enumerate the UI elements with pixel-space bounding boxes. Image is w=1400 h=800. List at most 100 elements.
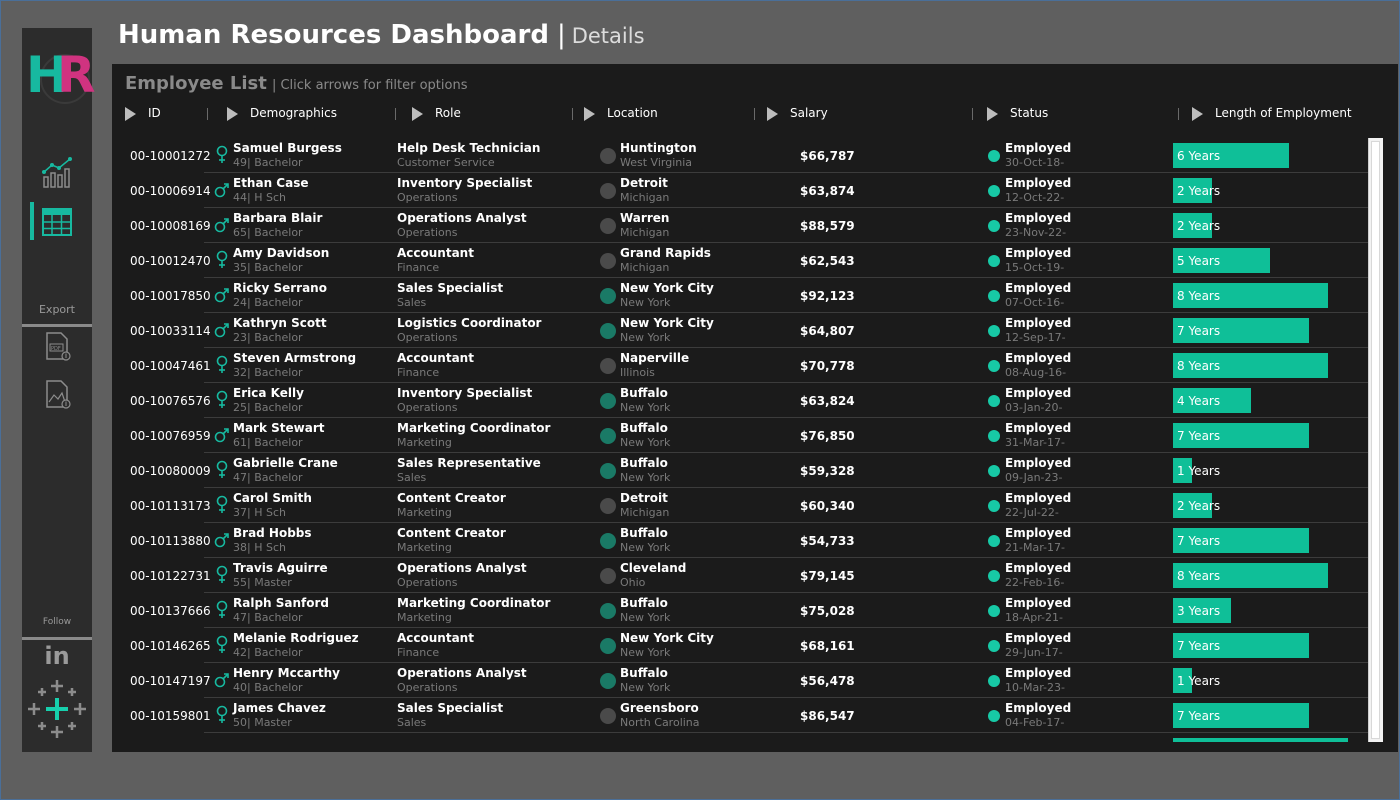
table-row[interactable]: 00-10146265 Melanie Rodriguez 42| Bachelor… bbox=[112, 628, 1368, 663]
column-header-location[interactable]: Location bbox=[584, 106, 658, 121]
scrollbar-thumb[interactable] bbox=[1371, 141, 1380, 739]
female-icon bbox=[216, 705, 228, 723]
table-row[interactable]: 00-10171954 bbox=[112, 733, 1368, 742]
employee-department: Operations bbox=[397, 191, 458, 204]
employee-role: Operations Analyst bbox=[397, 666, 527, 680]
status-dot bbox=[988, 150, 1000, 162]
employee-city: New York City bbox=[620, 281, 714, 295]
employee-id: 00-10017850 bbox=[130, 289, 211, 303]
table-row[interactable]: 00-10122731 Travis Aguirre 55| Master Opera… bbox=[112, 558, 1368, 593]
employee-salary: $63,874 bbox=[800, 184, 855, 198]
column-header-length-of-employment[interactable]: Length of Employment bbox=[1192, 106, 1352, 121]
employee-demographics: 61| Bachelor bbox=[233, 436, 303, 449]
employee-id: 00-10012470 bbox=[130, 254, 211, 268]
employee-demographics: 49| Bachelor bbox=[233, 156, 303, 169]
location-dot bbox=[600, 638, 616, 654]
location-dot bbox=[600, 323, 616, 339]
table-icon[interactable] bbox=[42, 208, 72, 236]
employee-id: 00-10047461 bbox=[130, 359, 211, 373]
employee-hire-date: 12-Oct-22- bbox=[1005, 191, 1065, 204]
filter-arrow-icon[interactable] bbox=[584, 106, 595, 121]
employee-id: 00-10122731 bbox=[130, 569, 211, 583]
chart-icon[interactable] bbox=[40, 156, 74, 190]
active-indicator bbox=[30, 202, 34, 240]
column-header-status[interactable]: Status bbox=[987, 106, 1048, 121]
employee-id: 00-10001272 bbox=[130, 149, 211, 163]
employee-role: Sales Specialist bbox=[397, 281, 504, 295]
filter-arrow-icon[interactable] bbox=[767, 106, 778, 121]
table-row[interactable]: 00-10012470 Amy Davidson 35| Bachelor Accou… bbox=[112, 243, 1368, 278]
filter-arrow-icon[interactable] bbox=[987, 106, 998, 121]
sidebar: H R Export PDF Follow in bbox=[22, 28, 96, 752]
table-row[interactable]: 00-10047461 Steven Armstrong 32| Bachelor A… bbox=[112, 348, 1368, 383]
status-dot bbox=[988, 500, 1000, 512]
employee-department: Marketing bbox=[397, 506, 452, 519]
male-icon bbox=[214, 218, 229, 233]
table-row[interactable]: 00-10113173 Carol Smith 37| H Sch Content C… bbox=[112, 488, 1368, 523]
female-icon bbox=[216, 145, 228, 163]
location-dot bbox=[600, 463, 616, 479]
employee-demographics: 47| Bachelor bbox=[233, 611, 303, 624]
employee-state: New York bbox=[620, 471, 671, 484]
employee-demographics: 47| Bachelor bbox=[233, 471, 303, 484]
table-row[interactable]: 00-10006914 Ethan Case 44| H Sch Inventory … bbox=[112, 173, 1368, 208]
table-row[interactable]: 00-10159801 James Chavez 50| Master Sales S… bbox=[112, 698, 1368, 733]
employee-hire-date: 18-Apr-21- bbox=[1005, 611, 1063, 624]
status-dot bbox=[988, 395, 1000, 407]
table-row[interactable]: 00-10137666 Ralph Sanford 47| Bachelor Mark… bbox=[112, 593, 1368, 628]
pdf-export-icon[interactable]: PDF bbox=[44, 332, 72, 362]
employee-hire-date: 29-Jun-17- bbox=[1005, 646, 1063, 659]
employee-department: Operations bbox=[397, 681, 458, 694]
table-row[interactable]: 00-10080009 Gabrielle Crane 47| Bachelor Sa… bbox=[112, 453, 1368, 488]
table-row[interactable]: 00-10076576 Erica Kelly 25| Bachelor Invent… bbox=[112, 383, 1368, 418]
table-row[interactable]: 00-10076959 Mark Stewart 61| Bachelor Marke… bbox=[112, 418, 1368, 453]
employee-salary: $66,787 bbox=[800, 149, 855, 163]
export-label: Export bbox=[38, 303, 75, 316]
column-header-id[interactable]: ID bbox=[125, 106, 161, 121]
employee-name: Ethan Case bbox=[233, 176, 309, 190]
status-dot bbox=[988, 430, 1000, 442]
tableau-icon[interactable] bbox=[26, 678, 88, 740]
employee-table[interactable]: 00-10001272 Samuel Burgess 49| Bachelor Hel… bbox=[112, 138, 1368, 742]
linkedin-icon[interactable]: in bbox=[22, 642, 92, 670]
column-header-role[interactable]: Role bbox=[412, 106, 461, 121]
table-row[interactable]: 00-10008169 Barbara Blair 65| Bachelor Oper… bbox=[112, 208, 1368, 243]
table-row[interactable]: 00-10147197 Henry Mccarthy 40| Bachelor Ope… bbox=[112, 663, 1368, 698]
employee-department: Operations bbox=[397, 401, 458, 414]
employment-length-label: 7 Years bbox=[1177, 709, 1221, 723]
filter-arrow-icon[interactable] bbox=[412, 106, 423, 121]
employee-role: Content Creator bbox=[397, 526, 506, 540]
table-row[interactable]: 00-10033114 Kathryn Scott 23| Bachelor Logi… bbox=[112, 313, 1368, 348]
employee-role: Accountant bbox=[397, 246, 474, 260]
employee-salary: $76,850 bbox=[800, 429, 855, 443]
employment-length-label: 7 Years bbox=[1177, 534, 1221, 548]
employee-salary: $64,807 bbox=[800, 324, 855, 338]
employee-hire-date: 07-Oct-16- bbox=[1005, 296, 1065, 309]
employee-state: Illinois bbox=[620, 366, 655, 379]
employee-hire-date: 21-Mar-17- bbox=[1005, 541, 1065, 554]
follow-divider bbox=[22, 637, 92, 640]
employee-demographics: 65| Bachelor bbox=[233, 226, 303, 239]
employment-length-label: 8 Years bbox=[1177, 289, 1221, 303]
employee-department: Sales bbox=[397, 471, 427, 484]
table-scrollbar[interactable] bbox=[1368, 138, 1383, 742]
employee-hire-date: 22-Feb-16- bbox=[1005, 576, 1065, 589]
employee-state: Michigan bbox=[620, 191, 670, 204]
table-row[interactable]: 00-10113880 Brad Hobbs 38| H Sch Content Cr… bbox=[112, 523, 1368, 558]
filter-arrow-icon[interactable] bbox=[227, 106, 238, 121]
employee-city: Buffalo bbox=[620, 526, 668, 540]
column-header-salary[interactable]: Salary bbox=[767, 106, 828, 121]
image-export-icon[interactable] bbox=[44, 380, 72, 410]
filter-arrow-icon[interactable] bbox=[125, 106, 136, 121]
employee-salary: $75,028 bbox=[800, 604, 855, 618]
filter-arrow-icon[interactable] bbox=[1192, 106, 1203, 121]
employee-department: Operations bbox=[397, 226, 458, 239]
location-dot bbox=[600, 428, 616, 444]
table-row[interactable]: 00-10001272 Samuel Burgess 49| Bachelor Hel… bbox=[112, 138, 1368, 173]
table-row[interactable]: 00-10017850 Ricky Serrano 24| Bachelor Sale… bbox=[112, 278, 1368, 313]
employee-status: Employed bbox=[1005, 281, 1072, 295]
location-dot bbox=[600, 253, 616, 269]
employee-salary: $79,145 bbox=[800, 569, 855, 583]
column-header-demographics[interactable]: Demographics bbox=[227, 106, 337, 121]
employee-salary: $60,340 bbox=[800, 499, 855, 513]
